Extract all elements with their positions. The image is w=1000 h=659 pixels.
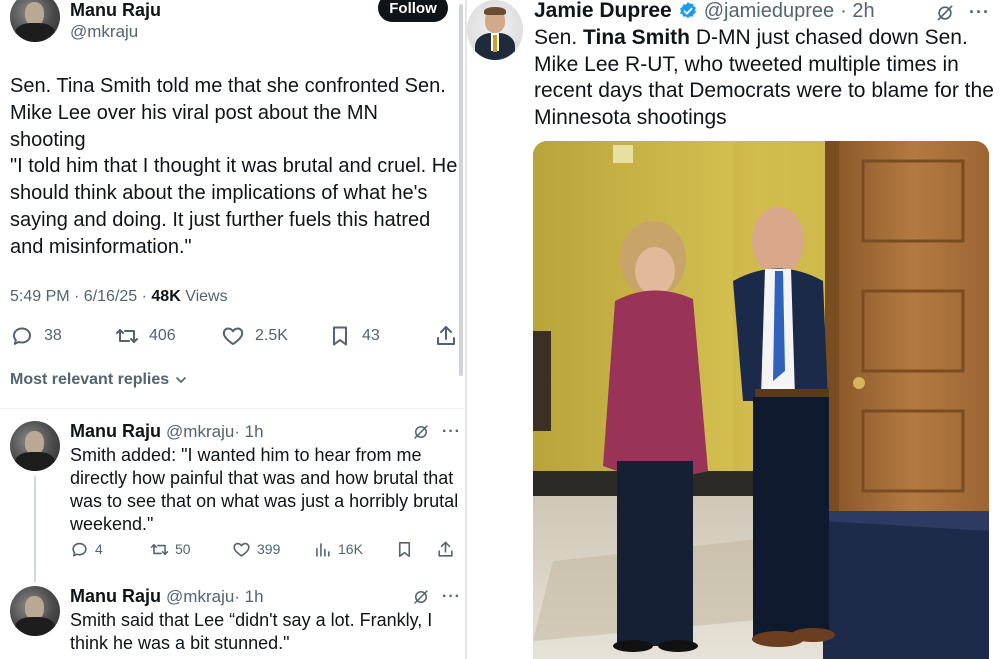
tweet-text-mention: Tina Smith xyxy=(583,26,691,49)
most-relevant-label: Most relevant replies xyxy=(10,371,170,388)
most-relevant-replies-dropdown[interactable]: Most relevant replies xyxy=(10,371,189,389)
right-tweet-panel: Jamie Dupree @jamiedupree · 2h ··· Sen. T… xyxy=(467,0,1000,659)
more-icon[interactable]: ··· xyxy=(442,423,461,441)
reply-text: Smith added: "I wanted him to hear from … xyxy=(70,445,459,534)
reply-actions: 4 50 399 16K xyxy=(0,538,465,560)
reply-button[interactable]: 4 xyxy=(70,538,103,560)
tweet-text-paragraph-2: "I told him that I thought it was brutal… xyxy=(10,155,458,258)
share-button[interactable] xyxy=(434,322,458,350)
author-name[interactable]: Manu Raju xyxy=(70,421,161,441)
like-count: 399 xyxy=(257,541,281,557)
verified-badge-icon xyxy=(679,2,696,19)
reply-age: · 1h xyxy=(234,587,264,606)
divider xyxy=(0,408,465,409)
reply-top-icons: ··· xyxy=(412,588,461,606)
tweet-top-icons: ··· xyxy=(935,2,990,23)
bookmark-button[interactable] xyxy=(395,538,414,560)
more-icon[interactable]: ··· xyxy=(969,2,990,23)
views-count: 48K xyxy=(151,288,181,305)
tweet-author[interactable]: Jamie Dupree @jamiedupree · 2h xyxy=(534,0,875,23)
avatar[interactable] xyxy=(467,0,523,60)
grok-icon[interactable] xyxy=(935,3,955,23)
tweet-text-prefix: Sen. xyxy=(534,26,584,49)
follow-button[interactable]: Follow xyxy=(378,0,448,22)
repost-count: 406 xyxy=(149,327,176,344)
tweet-timestamp[interactable]: 5:49 PM · 6/16/25 · xyxy=(10,288,151,305)
avatar[interactable] xyxy=(10,586,60,636)
author-name[interactable]: Jamie Dupree xyxy=(534,0,672,23)
reply-age: · 1h xyxy=(234,422,264,441)
more-icon[interactable]: ··· xyxy=(442,588,461,606)
heart-icon xyxy=(233,542,250,557)
bookmark-icon xyxy=(398,541,411,557)
author-handle[interactable]: @jamiedupree xyxy=(704,0,834,23)
chevron-down-icon xyxy=(176,377,187,384)
repost-button[interactable]: 406 xyxy=(115,322,176,350)
tweet-age: · 2h xyxy=(840,0,875,22)
tweet-photo[interactable] xyxy=(533,141,989,659)
tweet-meta: 5:49 PM · 6/16/25 · 48K Views xyxy=(10,288,228,306)
repost-count: 50 xyxy=(175,541,191,557)
reply-text: Smith said that Lee “didn't say a lot. F… xyxy=(70,610,433,653)
views-count: 16K xyxy=(338,541,363,557)
author-name[interactable]: Manu Raju xyxy=(70,586,161,606)
author-name[interactable]: Manu Raju xyxy=(70,0,161,21)
author-handle[interactable]: @mkraju xyxy=(70,22,138,42)
like-count: 2.5K xyxy=(255,327,288,344)
repost-icon xyxy=(116,329,138,343)
author-handle[interactable]: @mkraju xyxy=(166,422,234,441)
author-handle[interactable]: @mkraju xyxy=(166,587,234,606)
tweet-text-paragraph-1: Sen. Tina Smith told me that she confron… xyxy=(10,75,446,151)
photo-illustration xyxy=(533,141,989,659)
bookmark-icon xyxy=(333,326,347,346)
tweet-text: Sen. Tina Smith D-MN just chased down Se… xyxy=(534,25,994,131)
bookmark-button[interactable]: 43 xyxy=(328,322,380,350)
reply-icon xyxy=(72,542,87,556)
repost-icon xyxy=(150,543,169,555)
bookmark-count: 43 xyxy=(362,327,380,344)
share-icon xyxy=(437,326,455,345)
reply-top-icons: ··· xyxy=(412,423,461,441)
heart-icon xyxy=(222,327,244,345)
reply-count: 4 xyxy=(95,541,103,557)
avatar[interactable] xyxy=(10,0,60,42)
repost-button[interactable]: 50 xyxy=(150,538,191,560)
left-tweet-panel: Manu Raju @mkraju Follow Sen. Tina Smith… xyxy=(0,0,465,659)
tweet-actions: 38 406 2.5K 43 xyxy=(0,322,465,350)
like-button[interactable]: 399 xyxy=(232,538,280,560)
share-button[interactable] xyxy=(436,538,455,560)
views-button[interactable]: 16K xyxy=(313,538,363,560)
thread-connector-line xyxy=(34,476,36,582)
like-button[interactable]: 2.5K xyxy=(221,322,288,350)
avatar[interactable] xyxy=(10,421,60,471)
reply-icon xyxy=(13,327,31,345)
reply-count: 38 xyxy=(44,327,62,344)
views-label: Views xyxy=(180,288,228,305)
reply-author[interactable]: Manu Raju @mkraju· 1h xyxy=(70,586,264,607)
grok-icon[interactable] xyxy=(412,423,430,441)
grok-icon[interactable] xyxy=(412,588,430,606)
reply-author[interactable]: Manu Raju @mkraju· 1h xyxy=(70,421,264,442)
views-icon xyxy=(316,542,330,557)
reply-button[interactable]: 38 xyxy=(10,322,62,350)
share-icon xyxy=(438,541,453,557)
scrollbar[interactable] xyxy=(459,4,463,376)
